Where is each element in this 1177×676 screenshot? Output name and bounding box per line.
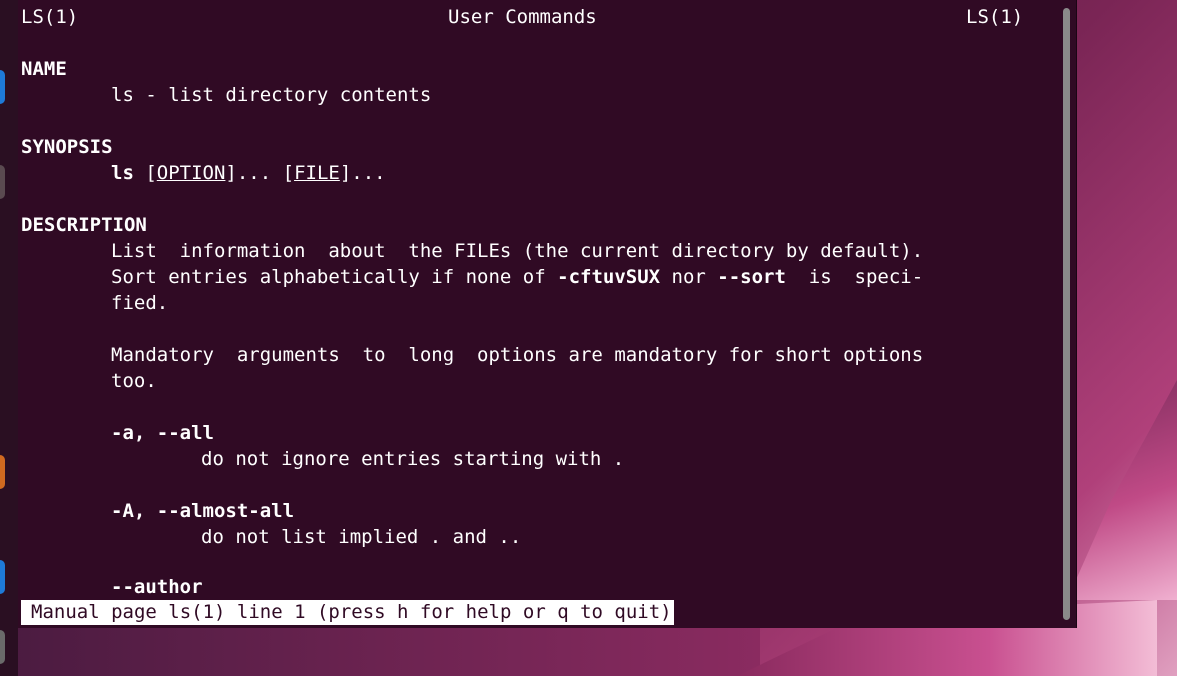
description-text: Sort entries alphabetically if none of bbox=[111, 266, 558, 288]
section-synopsis-title: SYNOPSIS bbox=[21, 136, 113, 158]
name-text: ls - list directory contents bbox=[111, 84, 432, 106]
description-flag: --sort bbox=[717, 266, 786, 288]
section-description-title: DESCRIPTION bbox=[21, 214, 147, 236]
description-line: Sort entries alphabetically if none of -… bbox=[111, 264, 923, 290]
dock-app-icon[interactable] bbox=[0, 70, 5, 104]
desktop-wallpaper-bottom bbox=[0, 620, 760, 676]
description-line: fied. bbox=[111, 292, 169, 314]
scrollbar[interactable] bbox=[1063, 8, 1070, 620]
description-line: too. bbox=[111, 370, 157, 392]
synopsis-line: ls [OPTION]... [FILE]... bbox=[111, 162, 386, 184]
desktop-wallpaper-right bbox=[1067, 380, 1177, 600]
dock-app-icon[interactable] bbox=[0, 630, 5, 664]
section-name-title: NAME bbox=[21, 58, 67, 80]
synopsis-option: OPTION bbox=[156, 162, 226, 184]
dock-app-icon[interactable] bbox=[0, 455, 5, 489]
option-flag: -a, --all bbox=[111, 422, 214, 444]
option-flag: --author bbox=[111, 576, 203, 598]
man-header-right: LS(1) bbox=[966, 6, 1024, 28]
option-description: do not ignore entries starting with . bbox=[201, 448, 625, 470]
description-text: is speci- bbox=[785, 266, 924, 288]
option-flag-long: --almost-all bbox=[156, 500, 295, 522]
synopsis-file: FILE bbox=[294, 162, 340, 184]
option-flag: -A, --almost-all bbox=[111, 498, 294, 524]
description-line: Mandatory arguments to long options are … bbox=[111, 344, 924, 366]
dock-app-icon[interactable] bbox=[0, 560, 5, 594]
option-description: do not list implied . and .. bbox=[201, 526, 522, 548]
dock-app-icon[interactable] bbox=[0, 165, 5, 199]
man-status-bar: Manual page ls(1) line 1 (press h for he… bbox=[21, 600, 674, 625]
man-header-center: User Commands bbox=[448, 6, 597, 28]
description-flag: -cftuvSUX bbox=[557, 266, 661, 288]
dock bbox=[0, 0, 18, 676]
terminal-window[interactable]: LS(1) User Commands LS(1) NAME ls - list… bbox=[18, 0, 1077, 628]
man-header-left: LS(1) bbox=[21, 6, 79, 28]
description-text: nor bbox=[660, 266, 718, 288]
description-line: List information about the FILEs (the cu… bbox=[111, 240, 924, 262]
synopsis-command: ls bbox=[111, 162, 134, 184]
option-flag-short: -A, bbox=[111, 500, 157, 522]
